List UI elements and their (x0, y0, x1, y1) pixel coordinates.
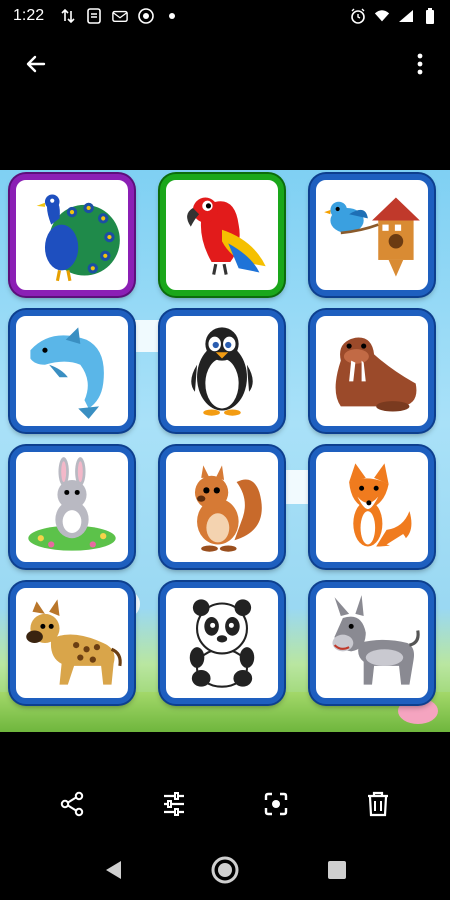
donkey-icon (332, 595, 420, 685)
tile-birdhouse[interactable] (310, 174, 434, 296)
tile-parrot[interactable] (160, 174, 284, 296)
chrome-icon (138, 8, 154, 24)
document-icon (86, 8, 102, 24)
tile-fox[interactable] (310, 446, 434, 568)
tile-penguin[interactable] (160, 310, 284, 432)
status-time: 1:22 (13, 7, 45, 24)
panda-icon (189, 599, 255, 688)
status-left-icons (60, 8, 180, 24)
photo-actions-bar (0, 780, 450, 832)
penguin-icon (191, 327, 253, 416)
tile-dolphin[interactable] (10, 310, 134, 432)
photo-viewer-image[interactable] (0, 170, 450, 732)
data-transfer-icon (60, 8, 76, 24)
arrow-back-icon (24, 52, 48, 80)
back-button[interactable] (20, 50, 52, 82)
back-nav-icon (103, 859, 123, 885)
signal-icon (398, 8, 414, 24)
squirrel-icon (194, 465, 262, 552)
walrus-icon (335, 337, 417, 412)
home-nav-icon (210, 855, 240, 889)
nav-back-button[interactable] (93, 852, 133, 892)
peacock-icon (36, 194, 120, 282)
more-options-button[interactable] (404, 50, 436, 82)
alarm-icon (350, 8, 366, 24)
edit-button[interactable] (148, 780, 200, 832)
tile-donkey[interactable] (310, 582, 434, 704)
tile-squirrel[interactable] (160, 446, 284, 568)
rabbit-icon (28, 457, 116, 551)
tile-walrus[interactable] (310, 310, 434, 432)
tile-panda[interactable] (160, 582, 284, 704)
battery-icon (422, 8, 438, 24)
wifi-icon (374, 8, 390, 24)
more-vert-icon (416, 53, 424, 79)
mail-icon (112, 8, 128, 24)
status-right-icons (350, 8, 438, 24)
status-bar: 1:22 (0, 0, 450, 34)
edit-adjust-icon (161, 791, 187, 821)
dolphin-icon (30, 327, 104, 419)
tile-rabbit[interactable] (10, 446, 134, 568)
nav-recents-button[interactable] (317, 852, 357, 892)
dot-icon (164, 8, 180, 24)
system-nav-bar (0, 840, 450, 900)
delete-button[interactable] (352, 780, 404, 832)
fox-icon (349, 463, 412, 549)
recents-nav-icon (327, 860, 347, 884)
share-button[interactable] (46, 780, 98, 832)
tile-peacock[interactable] (10, 174, 134, 296)
lens-icon (263, 791, 289, 821)
parrot-icon (187, 197, 266, 275)
share-icon (59, 791, 85, 821)
birdhouse-icon (324, 197, 420, 277)
top-toolbar (0, 40, 450, 92)
nav-home-button[interactable] (205, 852, 245, 892)
hyena-icon (26, 599, 122, 685)
delete-icon (366, 791, 390, 821)
tile-hyena[interactable] (10, 582, 134, 704)
lens-button[interactable] (250, 780, 302, 832)
